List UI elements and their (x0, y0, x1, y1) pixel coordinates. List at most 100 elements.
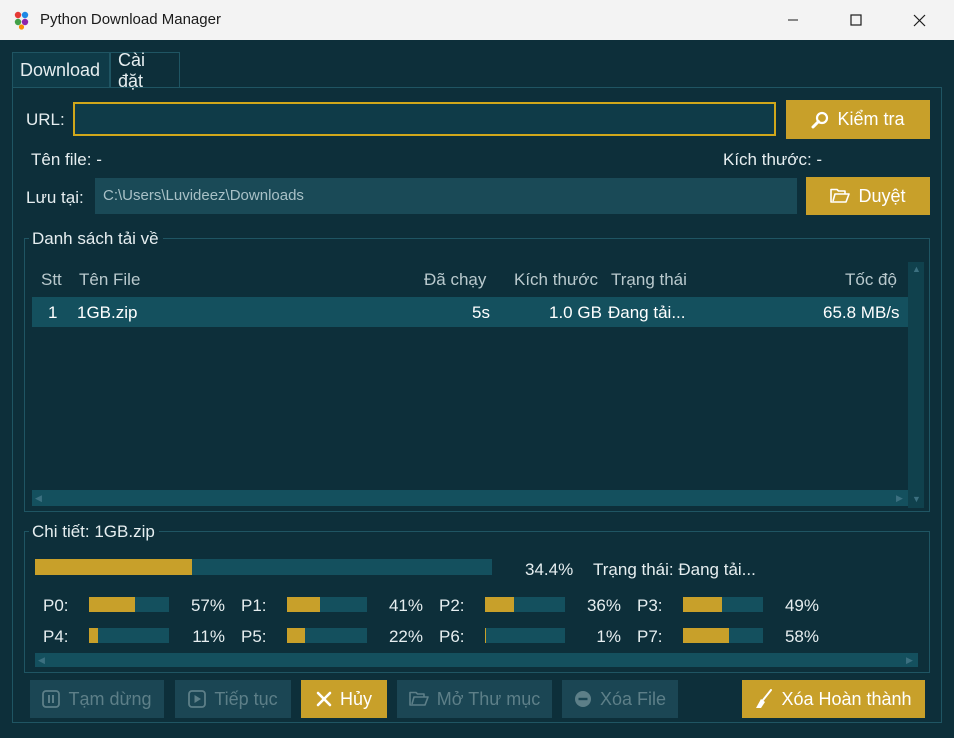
part-progress-bar (683, 628, 763, 643)
close-button[interactable] (896, 0, 942, 40)
table-horizontal-scrollbar[interactable]: ◀ ▶ (32, 490, 908, 506)
col-header-status[interactable]: Trạng thái (611, 270, 687, 290)
col-header-size[interactable]: Kích thước (514, 270, 598, 290)
details-status: Trạng thái: Đang tải... (593, 560, 756, 579)
check-button-label: Kiểm tra (837, 109, 905, 129)
search-icon (811, 111, 829, 128)
cancel-button-label: Hủy (339, 688, 372, 709)
part-progress-fill (683, 597, 723, 612)
maximize-icon (850, 14, 862, 26)
browse-button[interactable]: Duyệt (806, 177, 930, 215)
part-percent: 49% (784, 596, 819, 615)
scroll-down-arrow-icon[interactable]: ▼ (912, 494, 921, 504)
maximize-button[interactable] (833, 0, 879, 40)
cancel-button[interactable]: Hủy (301, 680, 387, 718)
client-area: Download Cài đặt URL: Kiểm tra Tên file:… (0, 40, 954, 738)
browse-button-label: Duyệt (858, 185, 906, 206)
part-percent: 1% (596, 627, 621, 646)
part-label: P7: (637, 627, 663, 646)
pause-icon (42, 690, 61, 708)
url-label: URL: (26, 110, 65, 129)
filename-label: Tên file: - (31, 150, 102, 169)
details-scroll-left-arrow-icon[interactable]: ◀ (38, 655, 45, 666)
part-progress-fill (89, 628, 98, 643)
details-scroll-right-arrow-icon[interactable]: ▶ (906, 655, 913, 666)
folder-icon (830, 188, 851, 203)
part-percent: 22% (388, 627, 423, 646)
details-horizontal-scrollbar[interactable]: ◀ ▶ (35, 653, 918, 667)
minimize-button[interactable] (770, 0, 816, 40)
app-icon (14, 11, 29, 30)
tab-settings-label: Cài đặt (118, 49, 146, 91)
open-folder-button-label: Mở Thư mục (436, 688, 541, 709)
part-label: P6: (439, 627, 465, 646)
pause-button-label: Tạm dừng (68, 688, 152, 709)
download-list-title: Danh sách tải về (29, 229, 163, 249)
part-percent: 41% (388, 596, 423, 615)
part-progress-fill (683, 628, 730, 643)
part-progress-bar (485, 597, 565, 612)
part-percent: 36% (586, 596, 621, 615)
save-label: Lưu tại: (26, 188, 84, 207)
part-label: P5: (241, 627, 267, 646)
overall-percent: 34.4% (525, 560, 574, 579)
clear-completed-button[interactable]: Xóa Hoàn thành (742, 680, 925, 718)
part-progress-fill (89, 597, 135, 612)
folder-icon (408, 691, 429, 706)
part-progress-bar (89, 597, 169, 612)
row-filename: 1GB.zip (77, 303, 138, 322)
part-progress-fill (485, 597, 514, 612)
clear-completed-button-label: Xóa Hoàn thành (781, 688, 912, 709)
part-percent: 11% (192, 627, 225, 646)
window-title: Python Download Manager (40, 11, 221, 28)
part-label: P1: (241, 596, 267, 615)
col-header-elapsed[interactable]: Đã chạy (424, 270, 486, 290)
size-label: Kích thước: - (723, 150, 823, 169)
play-icon (188, 690, 207, 708)
scroll-left-arrow-icon[interactable]: ◀ (35, 493, 42, 504)
broom-icon (756, 689, 773, 708)
scroll-up-arrow-icon[interactable]: ▲ (912, 264, 921, 274)
title-bar: Python Download Manager (0, 0, 954, 40)
part-progress-bar (287, 628, 367, 643)
row-status: Đang tải... (608, 303, 686, 322)
delete-file-button[interactable]: Xóa File (562, 680, 678, 718)
scroll-right-arrow-icon[interactable]: ▶ (896, 493, 903, 504)
part-label: P2: (439, 596, 465, 615)
table-row[interactable] (32, 297, 908, 327)
row-stt: 1 (48, 303, 58, 322)
url-input[interactable] (73, 102, 776, 136)
part-progress-bar (683, 597, 763, 612)
part-label: P3: (637, 596, 663, 615)
minus-circle-icon (574, 691, 591, 707)
part-progress-bar (485, 628, 565, 643)
close-icon (913, 14, 925, 26)
row-speed: 65.8 MB/s (823, 303, 900, 322)
x-icon (316, 691, 332, 707)
part-progress-fill (287, 597, 320, 612)
col-header-stt[interactable]: Stt (41, 270, 62, 290)
col-header-speed[interactable]: Tốc độ (845, 270, 897, 290)
col-header-filename[interactable]: Tên File (79, 270, 140, 290)
pause-button[interactable]: Tạm dừng (30, 680, 164, 718)
minimize-icon (788, 19, 798, 21)
overall-progress-bar (35, 559, 492, 575)
details-title: Chi tiết: 1GB.zip (29, 522, 159, 542)
save-path-input[interactable]: C:\Users\Luvideez\Downloads (95, 178, 797, 214)
part-progress-bar (89, 628, 169, 643)
check-button[interactable]: Kiểm tra (786, 100, 930, 139)
table-vertical-scrollbar[interactable]: ▲ ▼ (908, 262, 924, 508)
part-progress-fill (485, 628, 486, 643)
row-size: 1.0 GB (549, 303, 602, 322)
resume-button-label: Tiếp tục (214, 688, 278, 709)
overall-progress-fill (35, 559, 193, 575)
resume-button[interactable]: Tiếp tục (175, 680, 291, 718)
open-folder-button[interactable]: Mở Thư mục (397, 680, 552, 718)
tab-download-label: Download (20, 60, 101, 80)
part-percent: 58% (784, 627, 819, 646)
part-percent: 57% (190, 596, 225, 615)
tab-settings[interactable]: Cài đặt (110, 50, 180, 91)
row-elapsed: 5s (472, 303, 490, 322)
part-label: P0: (43, 596, 69, 615)
tab-download[interactable]: Download (12, 52, 110, 88)
